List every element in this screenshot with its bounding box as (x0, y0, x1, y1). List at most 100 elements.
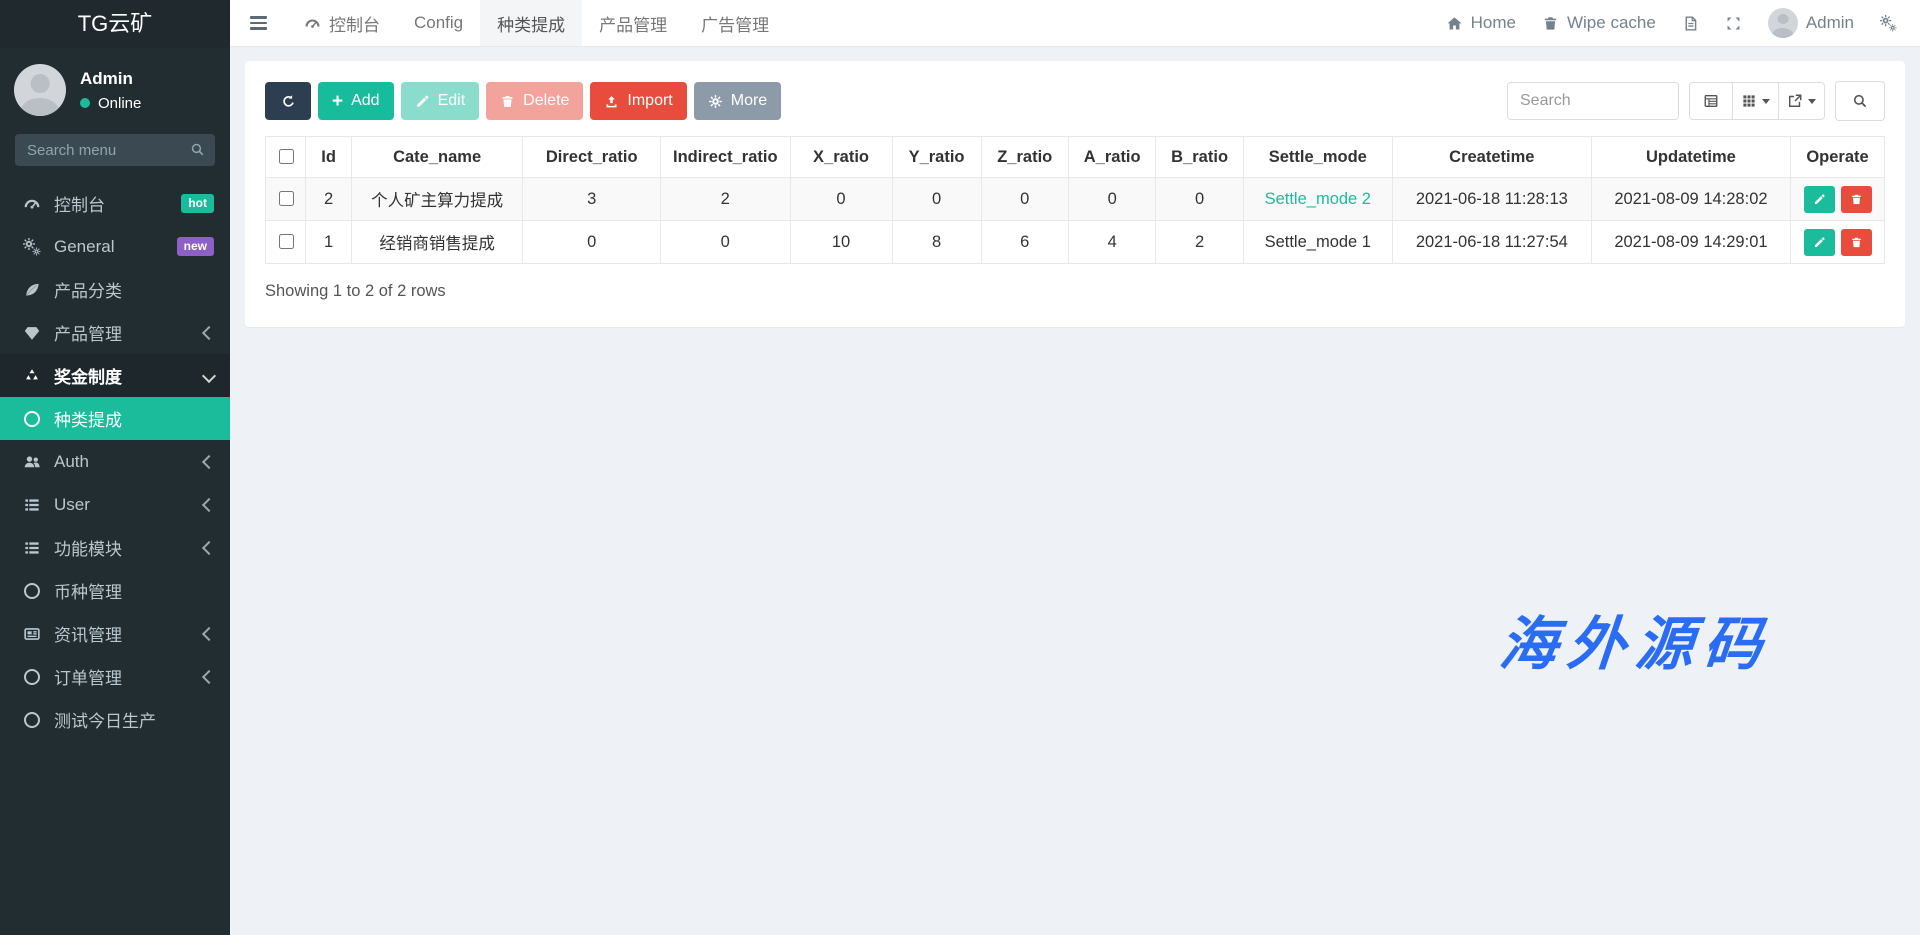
leaf-icon (22, 280, 42, 300)
recycle-icon (22, 366, 42, 386)
pagination-summary: Showing 1 to 2 of 2 rows (265, 282, 1885, 301)
tab-product-manage[interactable]: 产品管理 (582, 0, 684, 46)
chevron-left-icon (202, 540, 216, 554)
row-delete-button[interactable] (1841, 229, 1872, 256)
column-header-direct-ratio: Direct_ratio (523, 137, 661, 178)
tab-category-commission[interactable]: 种类提成 (480, 0, 582, 46)
column-header-y-ratio: Y_ratio (892, 137, 981, 178)
tab-ad-manage[interactable]: 广告管理 (684, 0, 786, 46)
chevron-left-icon (202, 497, 216, 511)
add-button[interactable]: + Add (318, 82, 394, 120)
sidebar-item-product-category[interactable]: 产品分类 (0, 268, 230, 311)
import-button[interactable]: Import (590, 82, 686, 120)
sidebar-item-coin-manage[interactable]: 币种管理 (0, 569, 230, 612)
fullscreen-button[interactable] (1712, 0, 1755, 46)
caret-icon (1808, 99, 1816, 104)
sidebar-search (15, 134, 215, 166)
sidebar-item-test-today-production[interactable]: 测试今日生产 (0, 698, 230, 741)
sidebar-item-news-manage[interactable]: 资讯管理 (0, 612, 230, 655)
sidebar-item-category-commission[interactable]: 种类提成 (0, 397, 230, 440)
sidebar-item-function-module[interactable]: 功能模块 (0, 526, 230, 569)
more-button[interactable]: More (694, 82, 781, 120)
table-row: 2 个人矿主算力提成 3 2 0 0 0 0 0 Settle_mode 2 2… (266, 178, 1885, 221)
chevron-left-icon (202, 626, 216, 640)
operate-cell (1791, 178, 1885, 221)
pencil-icon (415, 94, 430, 109)
chevron-left-icon (202, 454, 216, 468)
new-badge: new (177, 237, 214, 255)
gem-icon (22, 323, 42, 343)
language-button[interactable] (1669, 0, 1712, 46)
users-icon (22, 452, 42, 472)
row-edit-button[interactable] (1804, 186, 1835, 213)
row-checkbox[interactable] (279, 191, 294, 206)
wipe-cache-button[interactable]: Wipe cache (1529, 0, 1669, 46)
sidebar-item-product-manage[interactable]: 产品管理 (0, 311, 230, 354)
sidebar-item-user[interactable]: User (0, 483, 230, 526)
chevron-left-icon (202, 669, 216, 683)
row-edit-button[interactable] (1804, 229, 1835, 256)
settings-button[interactable] (1867, 0, 1910, 46)
gear-icon (1880, 15, 1897, 32)
table-icon (1703, 93, 1719, 109)
column-header-settle-mode: Settle_mode (1243, 137, 1392, 178)
sidebar-item-order-manage[interactable]: 订单管理 (0, 655, 230, 698)
home-button[interactable]: Home (1433, 0, 1529, 46)
export-icon (1787, 93, 1803, 109)
data-table: Id Cate_name Direct_ratio Indirect_ratio… (265, 136, 1885, 264)
user-menu[interactable]: Admin (1755, 0, 1867, 46)
search-icon (1852, 93, 1868, 109)
user-panel: Admin Online (0, 48, 230, 130)
sidebar-item-dashboard[interactable]: 控制台 hot (0, 182, 230, 225)
table-search-input[interactable] (1507, 82, 1679, 120)
sidebar: TG云矿 Admin Online 控制台 hot G (0, 0, 230, 935)
newspaper-icon (22, 624, 42, 644)
toolbar: + Add Edit Delete Import (265, 81, 1885, 121)
home-icon (1446, 15, 1463, 32)
chevron-down-icon (202, 368, 216, 382)
row-delete-button[interactable] (1841, 186, 1872, 213)
sidebar-menu: 控制台 hot General new 产品分类 产品管理 奖金制度 (0, 182, 230, 935)
view-button-group (1689, 82, 1825, 120)
trash-icon (1850, 193, 1863, 206)
sidebar-item-bonus-system[interactable]: 奖金制度 (0, 354, 230, 397)
refresh-icon (281, 94, 296, 109)
settle-mode-link[interactable]: Settle_mode 2 (1243, 178, 1392, 221)
username: Admin (1806, 13, 1854, 33)
tab-dashboard[interactable]: 控制台 (287, 0, 397, 46)
tachometer-icon (22, 194, 42, 214)
delete-button[interactable]: Delete (486, 82, 583, 120)
topbar-right: Home Wipe cache Admin (1433, 0, 1920, 46)
app-title: TG云矿 (0, 0, 230, 48)
trash-icon (1542, 15, 1559, 32)
row-checkbox[interactable] (279, 234, 294, 249)
circle-icon (22, 667, 42, 687)
plus-icon: + (332, 92, 343, 111)
settle-mode-text: Settle_mode 1 (1243, 221, 1392, 264)
column-header-b-ratio: B_ratio (1156, 137, 1243, 178)
search-toggle-button[interactable] (1835, 81, 1885, 121)
online-dot-icon (80, 98, 90, 108)
sidebar-item-general[interactable]: General new (0, 225, 230, 268)
detail-view-button[interactable] (1689, 82, 1733, 120)
list-icon (22, 538, 42, 558)
columns-button[interactable] (1733, 82, 1779, 120)
sidebar-search-input[interactable] (15, 134, 215, 166)
grid-icon (1741, 93, 1757, 109)
sidebar-item-auth[interactable]: Auth (0, 440, 230, 483)
refresh-button[interactable] (265, 82, 311, 120)
hamburger-icon[interactable] (230, 16, 287, 30)
edit-button[interactable]: Edit (401, 82, 480, 120)
caret-icon (1762, 99, 1770, 104)
avatar (14, 64, 66, 116)
trash-icon (1850, 236, 1863, 249)
pencil-icon (1813, 236, 1826, 249)
hot-badge: hot (181, 194, 214, 212)
gear-icon (708, 94, 723, 109)
user-status-label: Online (98, 95, 141, 112)
tab-config[interactable]: Config (397, 0, 480, 46)
export-button[interactable] (1779, 82, 1825, 120)
column-header-cate-name: Cate_name (351, 137, 523, 178)
select-all-checkbox[interactable] (279, 149, 294, 164)
watermark: 海外源码 (1496, 597, 1775, 681)
